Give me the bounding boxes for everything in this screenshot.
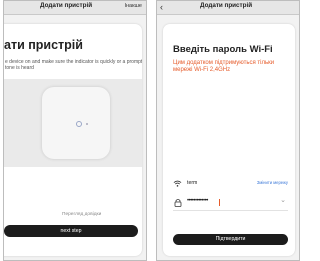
screen-title: Додати пристрій: [200, 2, 253, 9]
wifi-network-row: term Змінити мережу: [173, 179, 288, 189]
chevron-down-icon[interactable]: ⌄: [280, 196, 286, 204]
back-icon[interactable]: ‹: [160, 1, 163, 13]
change-network-link[interactable]: Змінити мережу: [257, 180, 288, 185]
help-link[interactable]: Перегляд довідки: [62, 212, 101, 217]
led-icon: [86, 123, 88, 125]
other-action-link[interactable]: Інакше: [124, 3, 142, 9]
confirm-button[interactable]: Підтвердити: [173, 234, 288, 245]
content-card: ати пристрій e device on and make sure t…: [4, 24, 142, 256]
device-image: [42, 87, 110, 159]
lock-icon: [174, 199, 182, 207]
page-heading: ати пристрій: [4, 38, 83, 52]
warning-note: Цим додатком підтримуються тільки мережі…: [173, 60, 275, 73]
top-bar: ‹ Додати пристрій: [157, 1, 299, 15]
wifi-icon: [173, 180, 182, 187]
phone-screen-wifi-password: ‹ Додати пристрій Введіть пароль Wi-Fi Ц…: [156, 0, 300, 261]
phone-screen-add-device: Додати пристрій Інакше ати пристрій e de…: [3, 0, 147, 261]
ssid-label: term: [187, 180, 198, 186]
top-bar: Додати пристрій Інакше: [4, 1, 146, 15]
password-field[interactable]: ••••••••••••• ⌄: [173, 196, 288, 211]
instruction-text: e device on and make sure the indicator …: [5, 59, 142, 72]
password-value: •••••••••••••: [187, 198, 208, 204]
page-heading: Введіть пароль Wi-Fi: [173, 44, 273, 55]
next-step-button[interactable]: next step: [4, 225, 138, 237]
screen-title: Додати пристрій: [40, 2, 93, 9]
content-card: Введіть пароль Wi-Fi Цим додатком підтри…: [163, 24, 295, 256]
device-illustration: [4, 79, 142, 167]
text-cursor: [219, 199, 220, 206]
indicator-icon: [76, 121, 82, 127]
